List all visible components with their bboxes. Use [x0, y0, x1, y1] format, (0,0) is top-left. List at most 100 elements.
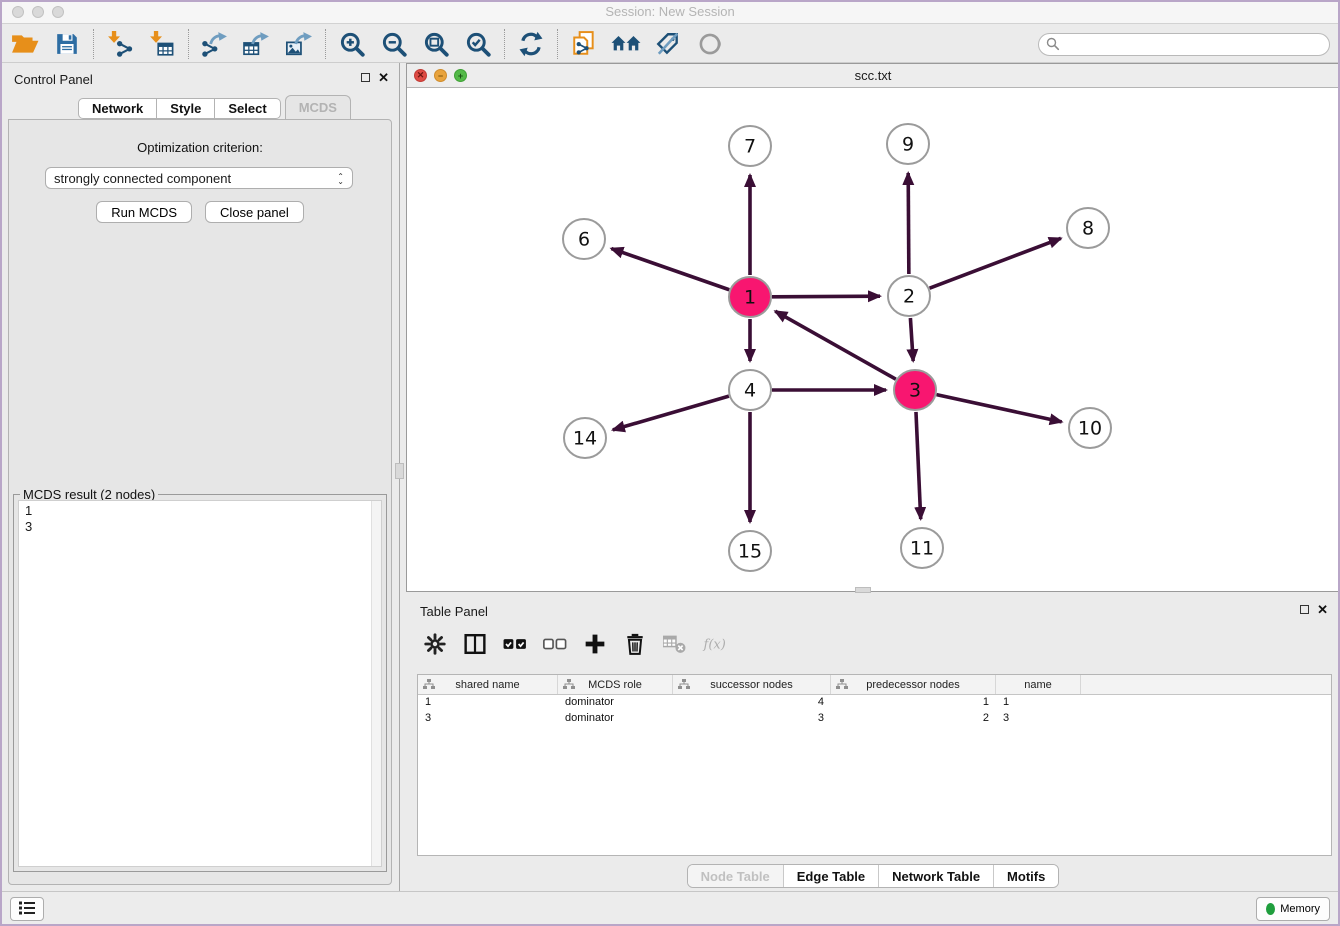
add-column-icon[interactable]: [582, 631, 608, 657]
network-canvas[interactable]: 7 9 6 8 1 2 4 3 14 10 15 11: [407, 88, 1339, 591]
tab-style[interactable]: Style: [157, 98, 215, 119]
edge-2-3[interactable]: [910, 318, 913, 361]
cell-predecessor-nodes[interactable]: 2: [831, 711, 996, 727]
node-2[interactable]: 2: [888, 276, 930, 316]
column-header-MCDS-role[interactable]: MCDS role: [558, 675, 673, 694]
column-header-successor-nodes[interactable]: successor nodes: [673, 675, 831, 694]
cell-MCDS-role[interactable]: dominator: [558, 695, 673, 711]
float-panel-icon[interactable]: [361, 73, 370, 82]
optimization-criterion-select[interactable]: strongly connected component ⌃⌄: [45, 167, 353, 189]
table-toolbar: f(x): [422, 626, 728, 662]
horizontal-splitter-grip[interactable]: [855, 587, 871, 593]
column-header-name[interactable]: name: [996, 675, 1081, 694]
cell-successor-nodes[interactable]: 3: [673, 711, 831, 727]
column-header-shared-name[interactable]: shared name: [418, 675, 558, 694]
column-header-predecessor-nodes[interactable]: predecessor nodes: [831, 675, 996, 694]
delete-column-icon[interactable]: [622, 631, 648, 657]
node-10[interactable]: 10: [1069, 408, 1111, 448]
close-panel-button[interactable]: Close panel: [205, 201, 304, 223]
table-header-row: shared name MCDS role successor nodesprede…: [418, 675, 1331, 695]
cell-shared-name[interactable]: 3: [418, 711, 558, 727]
optimization-criterion-label: Optimization criterion:: [9, 140, 391, 155]
table-panel: Table Panel ✕ f(x) shared nameMCDS roles…: [406, 596, 1340, 891]
edge-4-14[interactable]: [613, 396, 729, 430]
tab-node-table[interactable]: Node Table: [688, 865, 783, 887]
eye-icon[interactable]: [689, 27, 731, 61]
cell-name[interactable]: 1: [996, 695, 1081, 711]
node-6[interactable]: 6: [563, 219, 605, 259]
import-table-icon[interactable]: [141, 27, 183, 61]
result-scrollbar[interactable]: [371, 501, 381, 866]
run-mcds-button[interactable]: Run MCDS: [96, 201, 192, 223]
node-14[interactable]: 14: [564, 418, 606, 458]
vertical-splitter-grip[interactable]: [395, 463, 404, 479]
network-graph: 7 9 6 8 1 2 4 3 14 10 15 11: [407, 88, 1339, 592]
hide-labels-icon[interactable]: [647, 27, 689, 61]
tab-network[interactable]: Network: [78, 98, 157, 119]
column-label: shared name: [455, 679, 519, 691]
float-table-panel-icon[interactable]: [1300, 605, 1309, 614]
table-row[interactable]: 3dominator323: [418, 711, 1331, 727]
edge-3-10[interactable]: [936, 395, 1061, 422]
column-label: name: [1024, 679, 1052, 691]
deselect-all-checkboxes-icon[interactable]: [542, 631, 568, 657]
table-panel-title: Table Panel: [420, 604, 488, 619]
open-file-icon[interactable]: [4, 27, 46, 61]
tab-select[interactable]: Select: [215, 98, 280, 119]
import-network-icon[interactable]: [99, 27, 141, 61]
zoom-selected-icon[interactable]: [457, 27, 499, 61]
clone-network-icon[interactable]: [563, 27, 605, 61]
node-1[interactable]: 1: [729, 277, 771, 317]
cell-MCDS-role[interactable]: dominator: [558, 711, 673, 727]
node-9[interactable]: 9: [887, 124, 929, 164]
tab-motifs[interactable]: Motifs: [993, 865, 1058, 887]
node-7[interactable]: 7: [729, 126, 771, 166]
toolbar-separator: [504, 29, 505, 59]
cell-shared-name[interactable]: 1: [418, 695, 558, 711]
edge-2-8[interactable]: [930, 238, 1061, 288]
tab-mcds[interactable]: MCDS: [285, 95, 351, 119]
first-neighbors-icon[interactable]: [605, 27, 647, 61]
network-window-titlebar[interactable]: ✕ − + scc.txt: [407, 64, 1339, 88]
tab-network-table[interactable]: Network Table: [878, 865, 993, 887]
apply-layout-icon[interactable]: [510, 27, 552, 61]
node-label: 8: [1082, 218, 1094, 240]
table-settings-gear-icon[interactable]: [422, 631, 448, 657]
close-table-panel-icon[interactable]: ✕: [1317, 604, 1328, 615]
memory-button[interactable]: Memory: [1256, 897, 1330, 921]
column-label: MCDS role: [588, 679, 642, 691]
zoom-in-icon[interactable]: [331, 27, 373, 61]
cell-name[interactable]: 3: [996, 711, 1081, 727]
node-11[interactable]: 11: [901, 528, 943, 568]
node-15[interactable]: 15: [729, 531, 771, 571]
select-all-checkboxes-icon[interactable]: [502, 631, 528, 657]
node-4[interactable]: 4: [729, 370, 771, 410]
svg-text:f(x): f(x): [703, 638, 726, 653]
edge-2-9[interactable]: [908, 173, 909, 274]
task-history-button[interactable]: [10, 897, 44, 921]
export-table-icon[interactable]: [236, 27, 278, 61]
network-window-title: scc.txt: [407, 68, 1339, 83]
export-network-icon[interactable]: [194, 27, 236, 61]
node-label: 15: [738, 541, 762, 563]
mcds-result-textarea[interactable]: 1 3: [18, 500, 382, 867]
edge-3-11[interactable]: [916, 412, 921, 519]
save-session-icon[interactable]: [46, 27, 88, 61]
zoom-out-icon[interactable]: [373, 27, 415, 61]
tab-edge-table[interactable]: Edge Table: [783, 865, 878, 887]
control-panel-tabs: NetworkStyleSelectMCDS: [78, 96, 351, 119]
edge-1-6[interactable]: [611, 249, 729, 290]
search-input[interactable]: [1038, 33, 1330, 56]
search-icon: [1046, 37, 1060, 56]
node-3[interactable]: 3: [894, 370, 936, 410]
cell-successor-nodes[interactable]: 4: [673, 695, 831, 711]
edge-1-2[interactable]: [772, 296, 880, 297]
export-image-icon[interactable]: [278, 27, 320, 61]
table-row[interactable]: 1dominator411: [418, 695, 1331, 711]
node-8[interactable]: 8: [1067, 208, 1109, 248]
edge-3-1[interactable]: [775, 311, 896, 379]
close-panel-icon[interactable]: ✕: [378, 72, 389, 83]
cell-predecessor-nodes[interactable]: 1: [831, 695, 996, 711]
zoom-fit-icon[interactable]: [415, 27, 457, 61]
split-panel-icon[interactable]: [462, 631, 488, 657]
